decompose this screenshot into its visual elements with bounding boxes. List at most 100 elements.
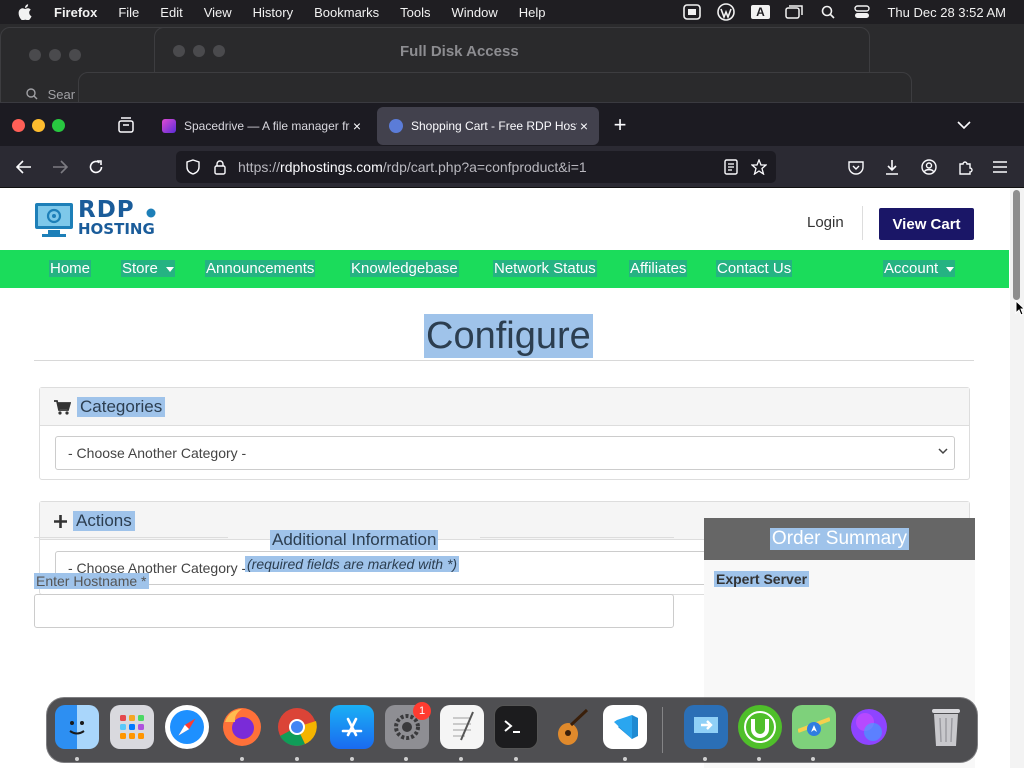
search-icon xyxy=(26,88,38,100)
bookmark-star-icon[interactable] xyxy=(748,156,770,178)
nav-announcements[interactable]: Announcements xyxy=(205,260,316,277)
nav-account-label: Account xyxy=(884,260,939,277)
pocket-icon[interactable] xyxy=(845,156,867,178)
list-all-tabs-button[interactable] xyxy=(953,114,975,136)
menu-app-name[interactable]: Firefox xyxy=(54,5,97,20)
chevron-down-icon xyxy=(957,120,971,129)
page-scrollbar[interactable] xyxy=(1010,188,1024,768)
app-store-icon[interactable] xyxy=(330,705,374,749)
garageband-icon[interactable] xyxy=(549,705,593,749)
trash-icon[interactable] xyxy=(924,705,968,749)
category-select[interactable]: - Choose Another Category - xyxy=(55,436,955,470)
menu-tools[interactable]: Tools xyxy=(400,5,430,20)
zoom-window-button[interactable] xyxy=(52,119,65,132)
reload-icon xyxy=(89,160,103,174)
mirror-icon[interactable] xyxy=(682,4,702,20)
reader-view-icon[interactable] xyxy=(720,156,742,178)
menu-help[interactable]: Help xyxy=(519,5,546,20)
nav-knowledgebase[interactable]: Knowledgebase xyxy=(350,260,459,277)
login-link[interactable]: Login xyxy=(807,214,844,231)
finder-icon[interactable] xyxy=(55,705,99,749)
plus-icon xyxy=(54,514,67,528)
remote-desktop-icon[interactable] xyxy=(684,705,728,749)
utorrent-icon[interactable] xyxy=(738,705,782,749)
close-window-button[interactable] xyxy=(12,119,25,132)
menu-edit[interactable]: Edit xyxy=(160,5,182,20)
nav-store-label: Store xyxy=(122,260,158,277)
scrollbar-thumb[interactable] xyxy=(1013,190,1020,300)
text-input-icon[interactable]: A xyxy=(750,4,770,20)
menu-history[interactable]: History xyxy=(253,5,293,20)
running-indicator xyxy=(811,757,815,761)
control-center-icon[interactable] xyxy=(852,4,872,20)
tab-spacedrive[interactable]: Spacedrive — A file manager fro × xyxy=(150,107,372,145)
shopping-cart-icon xyxy=(54,399,71,415)
menu-file[interactable]: File xyxy=(118,5,139,20)
section-divider xyxy=(480,537,674,538)
firefox-view-icon xyxy=(118,117,134,133)
tracking-protection-icon[interactable] xyxy=(182,156,204,178)
tab-bar: Spacedrive — A file manager fro × Shoppi… xyxy=(0,102,1024,146)
downloads-icon[interactable] xyxy=(881,156,903,178)
reload-button[interactable] xyxy=(85,156,107,178)
nav-store[interactable]: Store xyxy=(121,260,175,277)
traffic-light xyxy=(29,49,41,61)
menu-clock[interactable]: Thu Dec 28 3:52 AM xyxy=(887,5,1006,20)
caret-down-icon xyxy=(946,266,955,272)
url-text[interactable]: https://rdphostings.com/rdp/cart.php?a=c… xyxy=(238,159,587,175)
textedit-icon[interactable] xyxy=(440,705,484,749)
new-tab-button[interactable]: + xyxy=(609,112,631,137)
header-divider xyxy=(862,206,863,240)
running-indicator xyxy=(240,757,244,761)
wordpress-icon[interactable] xyxy=(716,3,736,21)
caret-down-icon xyxy=(165,266,174,272)
navigation-toolbar: https://rdphostings.com/rdp/cart.php?a=c… xyxy=(0,146,1024,188)
menu-view[interactable]: View xyxy=(204,5,232,20)
lock-icon[interactable] xyxy=(209,156,231,178)
chrome-icon[interactable] xyxy=(275,705,319,749)
traffic-light xyxy=(193,45,205,57)
vscode-icon[interactable] xyxy=(603,705,647,749)
nav-home[interactable]: Home xyxy=(49,260,92,277)
window-icon[interactable] xyxy=(784,4,804,20)
minimize-window-button[interactable] xyxy=(32,119,45,132)
url-path: /rdp/cart.php?a=confproduct&i=1 xyxy=(382,159,587,175)
terminal-icon[interactable] xyxy=(494,705,538,749)
input-source-label: A xyxy=(751,5,770,19)
apple-icon[interactable] xyxy=(18,4,38,20)
running-indicator xyxy=(623,757,627,761)
launchpad-icon[interactable] xyxy=(110,705,154,749)
nav-network-status[interactable]: Network Status xyxy=(493,260,597,277)
additional-info-title: Additional Information xyxy=(270,530,439,550)
rdp-hosting-logo[interactable]: RDP HOSTING xyxy=(34,197,158,240)
extensions-icon[interactable] xyxy=(954,156,976,178)
section-divider xyxy=(34,537,228,538)
nav-contact-us[interactable]: Contact Us xyxy=(716,260,793,277)
order-summary-title: Order Summary xyxy=(769,528,910,550)
maps-icon[interactable] xyxy=(792,705,836,749)
background-window-title: Full Disk Access xyxy=(400,43,519,60)
tab-title: Shopping Cart - Free RDP Hosti xyxy=(411,119,577,133)
running-indicator xyxy=(404,757,408,761)
url-bar[interactable]: https://rdphostings.com/rdp/cart.php?a=c… xyxy=(176,151,776,183)
close-tab-icon[interactable]: × xyxy=(577,118,591,134)
firefox-window: Spacedrive — A file manager fro × Shoppi… xyxy=(0,102,1024,768)
nav-account[interactable]: Account xyxy=(883,260,956,277)
hamburger-menu-icon[interactable] xyxy=(989,156,1011,178)
menu-bookmarks[interactable]: Bookmarks xyxy=(314,5,379,20)
hostname-input[interactable] xyxy=(34,594,674,628)
firefox-icon[interactable] xyxy=(220,705,264,749)
forward-button[interactable] xyxy=(49,156,71,178)
running-indicator xyxy=(75,757,79,761)
firefox-view-button[interactable] xyxy=(115,114,137,136)
safari-icon[interactable] xyxy=(165,705,209,749)
siri-icon[interactable] xyxy=(847,705,891,749)
close-tab-icon[interactable]: × xyxy=(350,118,364,134)
menu-window[interactable]: Window xyxy=(452,5,498,20)
nav-affiliates[interactable]: Affiliates xyxy=(629,260,688,277)
search-icon[interactable] xyxy=(818,4,838,20)
account-icon[interactable] xyxy=(918,156,940,178)
tab-shopping-cart[interactable]: Shopping Cart - Free RDP Hosti × xyxy=(377,107,599,145)
view-cart-button[interactable]: View Cart xyxy=(879,208,974,240)
back-button[interactable] xyxy=(13,156,35,178)
